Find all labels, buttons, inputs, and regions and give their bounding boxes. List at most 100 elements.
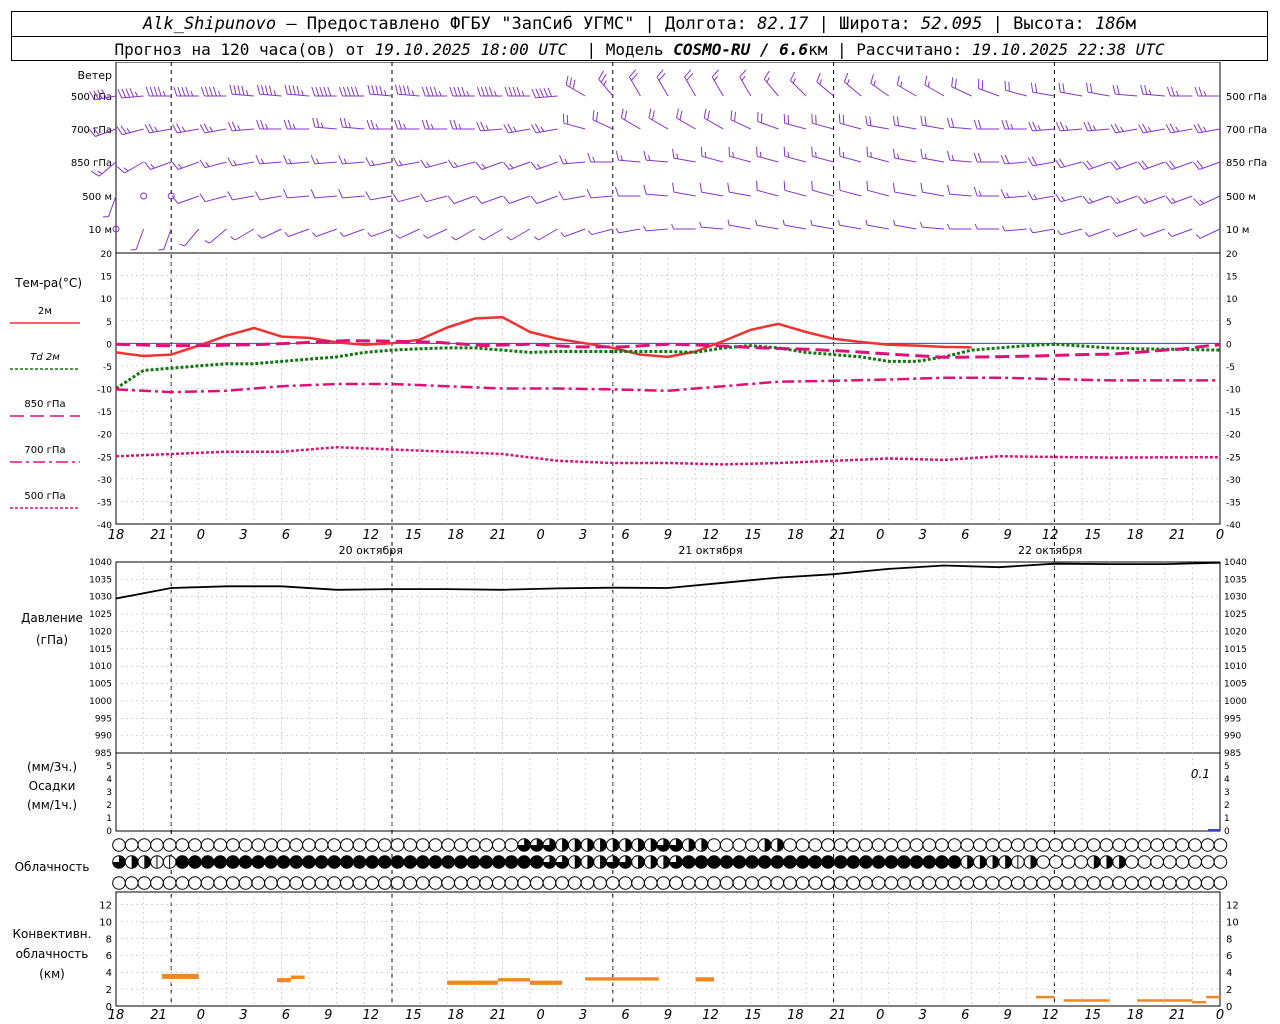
cloud-icon-middle <box>352 855 367 869</box>
cloud-icon-low <box>593 876 607 890</box>
cloud-icon-high <box>226 838 240 852</box>
wind-barb <box>230 228 255 241</box>
hour-axis-top: 21 <box>150 528 167 543</box>
cloud-circle <box>859 855 873 869</box>
temp-tick-right: -20 <box>1226 431 1241 441</box>
cloud-circle <box>1023 876 1038 890</box>
barb-half-feather <box>1088 197 1094 203</box>
barb-feather <box>699 182 703 193</box>
cloud-circle <box>504 855 519 869</box>
barb-feather <box>402 85 407 95</box>
cloud-circle <box>1087 876 1101 890</box>
wind-barb <box>1084 228 1110 237</box>
cloud-circle <box>504 838 519 852</box>
cloud-circle <box>846 876 861 890</box>
barb-feather <box>312 117 316 128</box>
barb-staff <box>701 191 724 197</box>
hour-axis-top: 12 <box>362 528 379 543</box>
cloud-circle <box>1188 838 1202 852</box>
cloud-icon-middle <box>859 855 873 869</box>
barb-staff <box>234 228 255 241</box>
cloud-circle <box>922 855 937 869</box>
wind-level-label-right: 10 м <box>1226 225 1249 236</box>
legend-label: 2м <box>38 306 52 317</box>
cloud-circle <box>327 838 342 852</box>
cloud-icon-middle <box>150 855 164 869</box>
cloud-icon-high <box>188 838 202 852</box>
cloud-icon-low <box>1011 876 1025 890</box>
barb-feather <box>260 85 265 95</box>
hour-axis-top: 6 <box>621 528 629 543</box>
barb-half-feather <box>846 79 850 85</box>
barb-feather <box>503 195 510 204</box>
wind-barb <box>1004 80 1027 97</box>
cloud-circle <box>922 876 937 890</box>
cloud-circle <box>1011 876 1025 890</box>
wind-barb <box>227 121 255 132</box>
cloud-icon-middle <box>441 855 455 869</box>
cloud-circle <box>200 838 215 852</box>
barb-feather <box>116 126 123 135</box>
wind-barb <box>892 148 917 163</box>
hour-axis-top: 21 <box>490 528 507 543</box>
pressure-tick-left: 1040 <box>89 558 112 568</box>
hour-axis-bottom: 0 <box>876 1008 884 1023</box>
cloud-icon-middle <box>555 855 569 869</box>
wind-barb <box>1055 158 1083 169</box>
barb-feather <box>1169 160 1176 169</box>
cloud-icon-middle <box>833 855 848 869</box>
cloud-icon-high <box>416 838 430 852</box>
header-row-forecast: Прогноз на 120 часа(ов) от 19.10.2025 18… <box>114 39 1165 59</box>
wind-barb <box>789 71 807 97</box>
wind-barb <box>534 228 558 241</box>
cloud-circle <box>555 876 569 890</box>
barb-feather <box>1194 86 1199 97</box>
barb-half-feather <box>209 126 214 132</box>
conv-tick-right: 2 <box>1226 985 1232 996</box>
barb-half-feather <box>792 78 796 84</box>
barb-half-feather <box>217 90 221 97</box>
barb-half-feather <box>927 81 930 88</box>
cloud-icon-middle <box>694 855 709 869</box>
barb-staff <box>1088 195 1110 204</box>
cloud-icon-high <box>998 838 1013 852</box>
cloud-icon-middle <box>302 855 316 869</box>
cloud-circle <box>226 876 240 890</box>
wind-barb <box>865 219 889 230</box>
hour-axis-top: 21 <box>1169 528 1186 543</box>
barb-staff <box>592 119 614 130</box>
wind-panel-title: Ветер <box>78 69 112 82</box>
hour-axis-top: 15 <box>405 528 422 543</box>
barb-half-feather <box>179 243 185 247</box>
barb-feather <box>425 86 430 97</box>
pressure-tick-left: 1035 <box>89 575 112 585</box>
barb-feather <box>973 186 978 197</box>
cloud-circle <box>707 855 721 869</box>
barb-feather <box>176 123 182 133</box>
cloud-circle <box>567 876 582 890</box>
barb-half-feather <box>348 122 351 128</box>
cloud-icon-middle <box>960 855 975 869</box>
cloud-icon-low <box>517 876 531 890</box>
barb-half-feather <box>810 219 813 226</box>
barb-feather <box>531 89 537 99</box>
barb-feather <box>199 193 206 202</box>
cloud-icon-middle <box>593 855 607 869</box>
cloud-icon-middle <box>745 855 759 869</box>
barb-feather <box>117 89 123 99</box>
barb-staff <box>163 228 172 250</box>
barb-staff <box>565 84 586 97</box>
cloud-circle <box>188 838 202 852</box>
barb-feather <box>371 85 375 95</box>
cloud-circle <box>732 876 747 890</box>
barb-feather <box>838 180 841 191</box>
barb-staff <box>1004 228 1027 232</box>
barb-feather <box>562 113 565 124</box>
cloud-circle <box>403 855 417 869</box>
barb-staff <box>646 159 669 163</box>
barb-half-feather <box>284 232 289 237</box>
hour-axis-top: 3 <box>579 528 587 543</box>
cloud-half-fill <box>1106 855 1113 869</box>
barb-feather <box>1193 124 1199 134</box>
cloud-icon-high <box>947 838 962 852</box>
